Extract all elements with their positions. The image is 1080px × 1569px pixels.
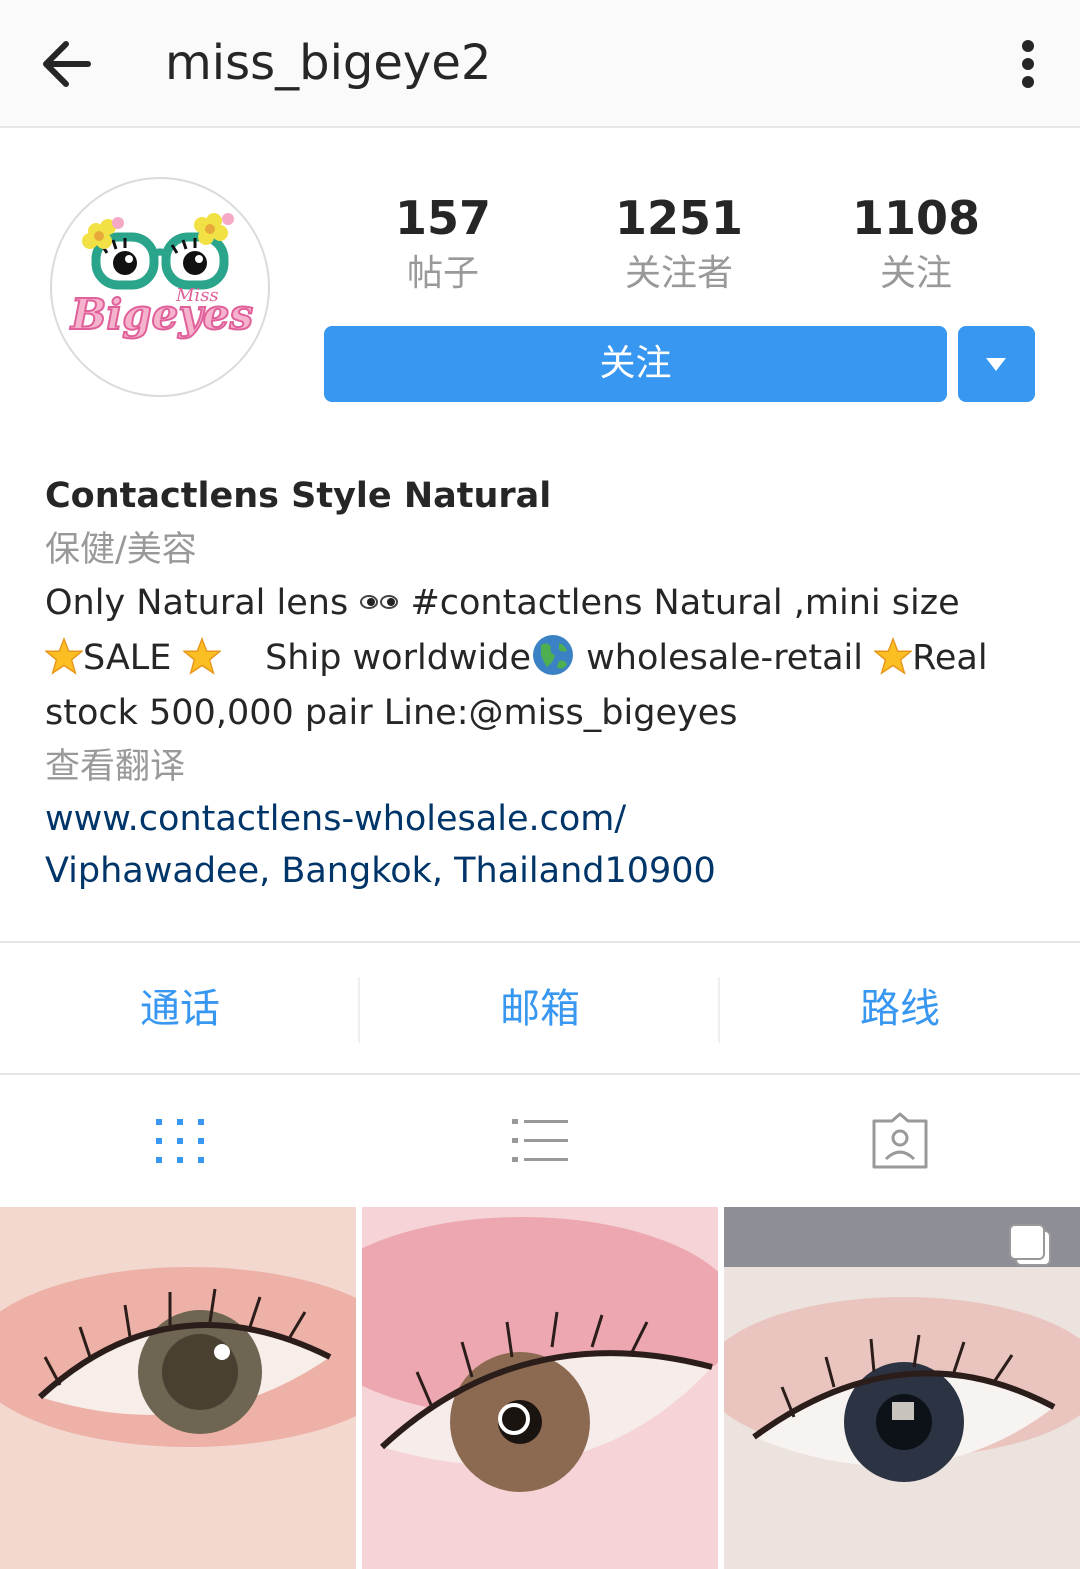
email-button[interactable]: 邮箱 bbox=[360, 943, 720, 1075]
more-vertical-icon[interactable] bbox=[1006, 34, 1050, 94]
see-translation-link[interactable]: 查看翻译 bbox=[45, 741, 1055, 793]
bio-line1-end: #contactlens Natural ,mini size bbox=[399, 583, 960, 623]
profile-category: 保健/美容 bbox=[45, 530, 197, 570]
tab-tagged[interactable] bbox=[720, 1075, 1080, 1207]
website-link[interactable]: www.contactlens-wholesale.com/ bbox=[45, 793, 1055, 845]
tagged-icon bbox=[872, 1112, 928, 1169]
bio-ship-text: Ship worldwide bbox=[265, 638, 532, 678]
star-emoji-icon bbox=[874, 637, 913, 675]
list-icon bbox=[512, 1119, 568, 1162]
carousel-icon bbox=[1009, 1224, 1051, 1266]
posts-count-value: 157 bbox=[394, 191, 492, 245]
grid-icon bbox=[156, 1119, 204, 1163]
photo-thumbnail[interactable] bbox=[724, 1207, 1080, 1569]
tab-list[interactable] bbox=[360, 1075, 720, 1207]
suggested-accounts-dropdown-button[interactable] bbox=[958, 326, 1035, 402]
followers-count[interactable]: 1251 关注者 bbox=[579, 188, 779, 300]
bio-description: Only Natural lens #contactlens Natural ,… bbox=[45, 576, 1055, 741]
bio-line3: stock 500,000 pair Line:@miss_bigeyes bbox=[45, 693, 738, 733]
back-arrow-icon[interactable] bbox=[38, 34, 98, 94]
followers-count-label: 关注者 bbox=[624, 253, 733, 294]
photo-grid bbox=[0, 1207, 1080, 1569]
tab-grid[interactable] bbox=[0, 1075, 360, 1207]
posts-count[interactable]: 157 帖子 bbox=[343, 188, 543, 300]
eyes-emoji-icon bbox=[360, 595, 399, 609]
following-count-value: 1108 bbox=[851, 191, 981, 245]
bio-sale-text: SALE bbox=[83, 638, 183, 678]
profile-username: miss_bigeye2 bbox=[165, 35, 492, 91]
bio-line1-start: Only Natural lens bbox=[45, 583, 360, 623]
globe-emoji-icon bbox=[533, 635, 574, 675]
contact-options: 通话 邮箱 路线 bbox=[0, 941, 1080, 1075]
photo-thumbnail[interactable] bbox=[0, 1207, 356, 1569]
star-emoji-icon bbox=[45, 637, 83, 675]
svg-text:Bigeyes: Bigeyes bbox=[70, 290, 253, 339]
avatar[interactable]: Bigeyes Miss bbox=[50, 177, 270, 397]
star-emoji-icon bbox=[182, 637, 221, 675]
posts-count-label: 帖子 bbox=[406, 253, 479, 294]
follow-button[interactable]: 关注 bbox=[324, 326, 947, 402]
following-count[interactable]: 1108 关注 bbox=[816, 188, 1016, 300]
call-button[interactable]: 通话 bbox=[0, 943, 360, 1075]
bio-real-text: Real bbox=[912, 638, 988, 678]
following-count-label: 关注 bbox=[879, 253, 952, 294]
profile-bio: Contactlens Style Natural 保健/美容 Only Nat… bbox=[45, 468, 1055, 897]
top-app-bar: miss_bigeye2 bbox=[0, 0, 1080, 128]
caret-down-icon bbox=[986, 358, 1006, 371]
followers-count-value: 1251 bbox=[614, 191, 744, 245]
directions-button[interactable]: 路线 bbox=[720, 943, 1080, 1075]
photo-thumbnail[interactable] bbox=[362, 1207, 718, 1569]
svg-text:Miss: Miss bbox=[175, 285, 219, 306]
address-link[interactable]: Viphawadee, Bangkok, Thailand10900 bbox=[45, 845, 1055, 897]
profile-view-tabs bbox=[0, 1075, 1080, 1207]
profile-display-name: Contactlens Style Natural bbox=[45, 476, 552, 516]
bio-wholesale-text: wholesale-retail bbox=[575, 638, 875, 678]
